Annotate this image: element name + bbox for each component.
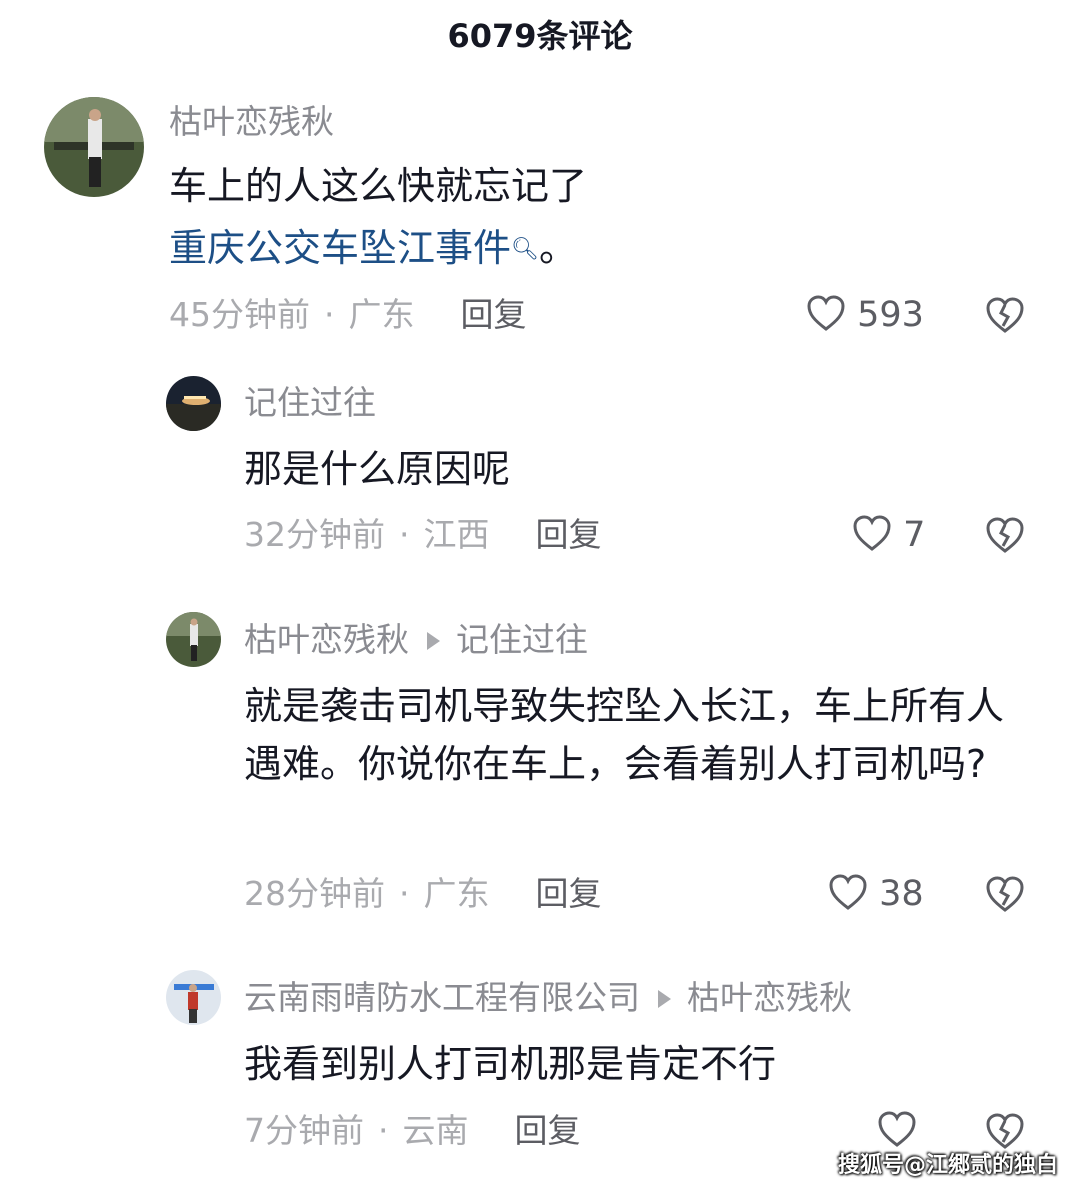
comment-text: 我看到别人打司机那是肯定不行 <box>244 1042 777 1086</box>
comment-meta: 45分钟前 · 广东 回复 <box>169 293 527 337</box>
comment-location: 江西 <box>423 515 490 554</box>
reply-button[interactable]: 回复 <box>461 295 527 334</box>
search-icon: 🔍︎ <box>511 237 539 262</box>
heart-outline-icon <box>829 874 867 910</box>
comment-text: 那是什么原因呢 <box>244 447 511 491</box>
comment-meta: 32分钟前 · 江西 回复 <box>244 513 602 557</box>
reply-to-name[interactable]: 记住过往 <box>456 620 588 659</box>
broken-heart-icon <box>986 1113 1024 1149</box>
comment-time: 7分钟前 <box>244 1111 364 1150</box>
reply-arrow-icon <box>427 631 440 650</box>
comment-meta: 7分钟前 · 云南 回复 <box>244 1109 581 1153</box>
broken-heart-icon <box>986 517 1024 553</box>
heart-outline-icon <box>853 515 891 551</box>
avatar[interactable] <box>166 970 221 1025</box>
author-name[interactable]: 云南雨晴防水工程有限公司 <box>244 978 640 1017</box>
search-link[interactable]: 重庆公交车坠江事件🔍︎ <box>169 226 539 270</box>
reply-to-name[interactable]: 枯叶恋残秋 <box>687 978 852 1017</box>
author-name[interactable]: 枯叶恋残秋 <box>244 620 409 659</box>
comment-text: 车上的人这么快就忘记了 重庆公交车坠江事件🔍︎。 <box>169 157 929 277</box>
heart-outline-icon <box>807 295 845 331</box>
comment-location: 云南 <box>402 1111 469 1150</box>
comment-time: 32分钟前 <box>244 515 385 554</box>
reply-arrow-icon <box>658 989 671 1008</box>
comment-username: 云南雨晴防水工程有限公司 枯叶恋残秋 <box>244 976 852 1020</box>
like-button[interactable]: 7 <box>852 513 925 557</box>
like-count: 7 <box>903 515 926 555</box>
comment-text: 就是袭击司机导致失控坠入长江，车上所有人遇难。你说你在车上，会看着别人打司机吗? <box>244 684 1005 786</box>
meta-separator: · <box>324 295 335 334</box>
meta-separator: · <box>399 515 410 554</box>
heart-outline-icon <box>878 1111 916 1147</box>
dislike-button[interactable] <box>985 516 1025 558</box>
comment-time: 28分钟前 <box>244 874 385 913</box>
dislike-button[interactable] <box>985 875 1025 917</box>
avatar[interactable] <box>44 97 144 197</box>
watermark: 搜狐号@江郷贰的独白 <box>837 1153 1058 1178</box>
broken-heart-icon <box>986 297 1024 333</box>
comment-location: 广东 <box>423 874 490 913</box>
like-count: 593 <box>857 295 924 335</box>
comments-count-title: 6079条评论 <box>447 17 633 55</box>
comment-time: 45分钟前 <box>169 295 310 334</box>
comment-username[interactable]: 记住过往 <box>244 381 376 425</box>
reply-button[interactable]: 回复 <box>515 1111 581 1150</box>
like-count: 38 <box>879 874 924 914</box>
comment-location: 广东 <box>348 295 415 334</box>
comment-text-suffix: 。 <box>538 226 577 270</box>
like-button[interactable]: 593 <box>806 293 924 337</box>
comment-username[interactable]: 枯叶恋残秋 <box>169 100 334 144</box>
reply-button[interactable]: 回复 <box>536 515 602 554</box>
comment-text-line: 车上的人这么快就忘记了 <box>169 164 588 208</box>
search-link-label[interactable]: 重庆公交车坠江事件 <box>169 226 511 270</box>
comment-username: 枯叶恋残秋 记住过往 <box>244 618 588 662</box>
reply-button[interactable]: 回复 <box>536 874 602 913</box>
dislike-button[interactable] <box>985 296 1025 338</box>
avatar[interactable] <box>166 612 221 667</box>
comment-meta: 28分钟前 · 广东 回复 <box>244 872 602 916</box>
like-button[interactable]: 38 <box>828 872 924 916</box>
meta-separator: · <box>378 1111 389 1150</box>
broken-heart-icon <box>986 876 1024 912</box>
avatar[interactable] <box>166 376 221 431</box>
meta-separator: · <box>399 874 410 913</box>
